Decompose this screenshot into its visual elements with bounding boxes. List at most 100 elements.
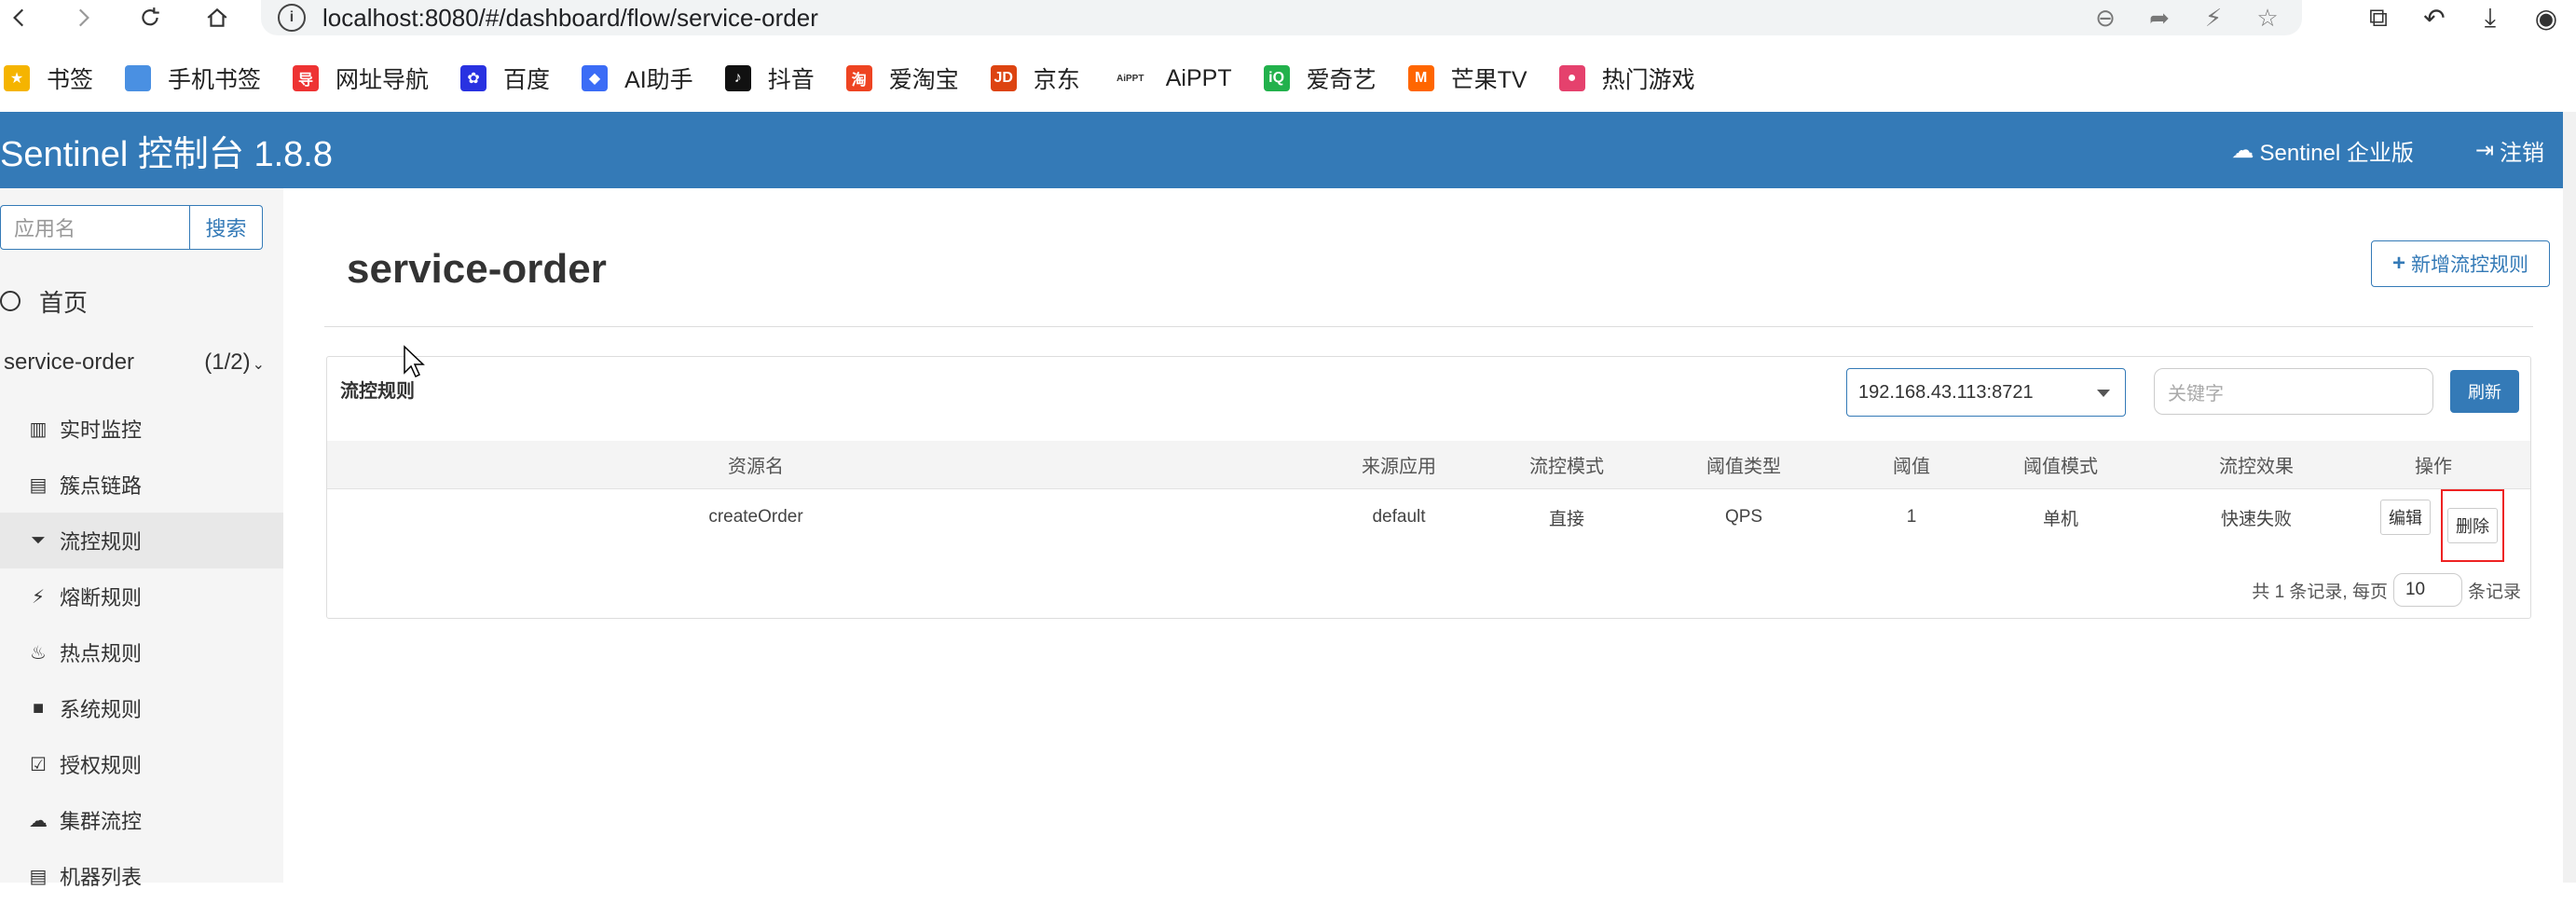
history-icon[interactable]: ↶ bbox=[2416, 0, 2453, 35]
table-header: 资源名 来源应用 流控模式 阈值类型 阈值 阈值模式 流控效果 操作 bbox=[327, 441, 2530, 489]
page-size-input[interactable]: 10 bbox=[2392, 573, 2462, 607]
jd-icon: JD bbox=[990, 65, 1017, 91]
reload-icon[interactable] bbox=[130, 0, 170, 35]
table-cell: QPS bbox=[1724, 507, 1763, 527]
sidebar-item-label: 授权规则 bbox=[60, 754, 143, 777]
sidebar-item-label: 簇点链路 bbox=[60, 474, 143, 498]
app-search-input[interactable]: 应用名 bbox=[0, 205, 190, 250]
column-header: 流控模式 bbox=[1529, 457, 1604, 477]
sidebar-item[interactable]: ♨ 热点规则 bbox=[0, 624, 283, 680]
chevron-down-icon: ⌄ bbox=[252, 357, 265, 373]
game-icon: ● bbox=[1558, 65, 1585, 91]
bookmark-item[interactable]: ♪ 抖音 bbox=[724, 62, 815, 95]
pager-suffix: 条记录 bbox=[2467, 582, 2521, 602]
browser-toolbar: i localhost:8080/#/dashboard/flow/servic… bbox=[0, 0, 2576, 35]
table-cell: 1 bbox=[1906, 507, 1917, 527]
table-cell: 单机 bbox=[2042, 509, 2078, 529]
nav-icon: 导 bbox=[293, 65, 320, 91]
bookmark-star-icon[interactable]: ☆ bbox=[2252, 2, 2283, 34]
sidebar-item-home[interactable]: 首页 bbox=[0, 281, 88, 321]
sidebar-item[interactable]: ⏷ 流控规则 bbox=[0, 513, 283, 568]
fire-icon: ♨ bbox=[30, 642, 47, 664]
logout-icon: ⇥ bbox=[2474, 137, 2494, 163]
delete-highlight-box: 删除 bbox=[2441, 489, 2504, 562]
caret-down-icon bbox=[2097, 390, 2110, 397]
bookmark-item[interactable]: 淘爱淘宝 bbox=[845, 62, 959, 95]
sidebar-menu: ▥ 实时监控 ▤ 簇点链路 ⏷ 流控规则 ⚡ 熔断规则 ♨ 热点规则 ■ 系统规则 ☑ 授权规则 ☁ 集群流控… bbox=[0, 401, 283, 904]
site-info-icon[interactable]: i bbox=[278, 4, 306, 32]
home-icon[interactable] bbox=[198, 0, 237, 35]
enterprise-link[interactable]: ☁ Sentinel 企业版 bbox=[2231, 134, 2413, 167]
title-divider bbox=[324, 326, 2533, 327]
machine-value: 192.168.43.113:8721 bbox=[1858, 381, 2034, 403]
bookmark-label: 书签 bbox=[47, 67, 94, 93]
bookmark-label: 爱奇艺 bbox=[1306, 67, 1377, 93]
lightning-icon[interactable]: ⚡ bbox=[2198, 2, 2229, 34]
flow-rules-panel: 流控规则 192.168.43.113:8721 关键字 刷新 资源名 来源应用流… bbox=[326, 356, 2531, 619]
profile-icon[interactable]: ◉ bbox=[2528, 0, 2565, 35]
share-icon[interactable]: ➦ bbox=[2144, 2, 2175, 34]
bookmark-label: 热门游戏 bbox=[1601, 67, 1695, 93]
taobao-icon: 淘 bbox=[845, 65, 872, 91]
download-icon[interactable]: ⤓ bbox=[2472, 0, 2509, 35]
app-title[interactable]: Sentinel 控制台 1.8.8 bbox=[0, 125, 333, 176]
bookmark-label: 芒果TV bbox=[1450, 67, 1528, 93]
back-icon[interactable] bbox=[0, 0, 39, 35]
bookmark-label: AiPPT bbox=[1165, 64, 1232, 91]
forward-icon[interactable] bbox=[63, 0, 103, 35]
bookmark-item[interactable]: ◆ AI助手 bbox=[582, 62, 693, 95]
address-bar[interactable]: i localhost:8080/#/dashboard/flow/servic… bbox=[261, 0, 2302, 35]
app-header: Sentinel 控制台 1.8.8 ☁ Sentinel 企业版 ⇥ 注销 bbox=[0, 112, 2563, 188]
add-flow-rule-button[interactable]: + 新增流控规则 bbox=[2371, 240, 2550, 287]
page-scrollbar[interactable] bbox=[2563, 112, 2576, 883]
bookmark-item[interactable]: AiPPT AiPPT bbox=[1112, 65, 1232, 92]
column-header: 来源应用 bbox=[1362, 457, 1436, 477]
bookmark-item[interactable]: ● 热门游戏 bbox=[1558, 62, 1695, 95]
sidebar-item[interactable]: ▥ 实时监控 bbox=[0, 401, 283, 457]
delete-button[interactable]: 删除 bbox=[2447, 508, 2498, 543]
sidebar-item-label: 熔断规则 bbox=[60, 586, 143, 610]
logout-link[interactable]: ⇥ 注销 bbox=[2475, 134, 2544, 167]
sidebar: 应用名 搜索 首页 service-order (1/2) ⌄ ▥ 实时监控 ▤ 簇点链… bbox=[0, 188, 283, 889]
bookmark-item[interactable]: 手机书签 bbox=[125, 62, 261, 95]
column-header: 流控效果 bbox=[2219, 457, 2294, 477]
bookmark-item[interactable]: JD 京东 bbox=[990, 62, 1080, 95]
flash-icon: ⚡ bbox=[31, 586, 46, 608]
page-title: service-order bbox=[347, 246, 607, 292]
bookmark-label: 手机书签 bbox=[168, 67, 262, 93]
sidebar-item[interactable]: ▤ 簇点链路 bbox=[0, 457, 283, 513]
sidebar-item[interactable]: ⚡ 熔断规则 bbox=[0, 568, 283, 624]
mango-icon: M bbox=[1407, 65, 1434, 91]
sidebar-item[interactable]: ☁ 集群流控 bbox=[0, 792, 283, 848]
bookmark-item[interactable]: ★ 书签 bbox=[4, 62, 93, 95]
table-cell: createOrder bbox=[708, 507, 803, 527]
bookmark-item[interactable]: ✿ 百度 bbox=[460, 62, 550, 95]
table-row: 编辑 删除 createOrder default 直接 QPS 1 单机 快速失败 bbox=[327, 489, 2530, 562]
bookmark-item[interactable]: iQ 爱奇艺 bbox=[1263, 62, 1377, 95]
sidebar-item-label: 热点规则 bbox=[60, 642, 143, 665]
app-search-button[interactable]: 搜索 bbox=[190, 205, 263, 250]
sidebar-item[interactable]: ■ 系统规则 bbox=[0, 680, 283, 736]
bookmark-label: 爱淘宝 bbox=[888, 67, 959, 93]
bookmark-item[interactable]: 导网址导航 bbox=[293, 62, 429, 95]
add-flow-rule-label: 新增流控规则 bbox=[2411, 254, 2528, 276]
cloud-icon: ☁ bbox=[2231, 137, 2254, 163]
logout-label: 注销 bbox=[2500, 140, 2544, 166]
sidebar-item[interactable]: ▤ 机器列表 bbox=[0, 848, 283, 904]
zoom-icon[interactable]: ⊖ bbox=[2090, 2, 2121, 34]
lock-icon: ■ bbox=[32, 697, 45, 719]
refresh-button[interactable]: 刷新 bbox=[2450, 370, 2519, 413]
column-header: 阈值 bbox=[1893, 457, 1930, 477]
keyword-input[interactable]: 关键字 bbox=[2154, 368, 2433, 415]
column-header: 阈值类型 bbox=[1706, 457, 1781, 477]
main-content: service-order + 新增流控规则 流控规则 192.168.43.1… bbox=[283, 188, 2563, 883]
machine-select[interactable]: 192.168.43.113:8721 bbox=[1846, 368, 2126, 417]
sidebar-item-label: 系统规则 bbox=[60, 698, 143, 721]
edit-button[interactable]: 编辑 bbox=[2380, 500, 2431, 535]
url-text[interactable]: localhost:8080/#/dashboard/flow/service-… bbox=[322, 4, 818, 33]
sidebar-item[interactable]: ☑ 授权规则 bbox=[0, 736, 283, 792]
baidu-icon: ✿ bbox=[460, 65, 487, 91]
extensions-icon[interactable]: ⧉ bbox=[2360, 0, 2397, 35]
bookmark-item[interactable]: M 芒果TV bbox=[1407, 62, 1528, 95]
sidebar-app-service-order[interactable]: service-order (1/2) ⌄ bbox=[4, 343, 265, 382]
